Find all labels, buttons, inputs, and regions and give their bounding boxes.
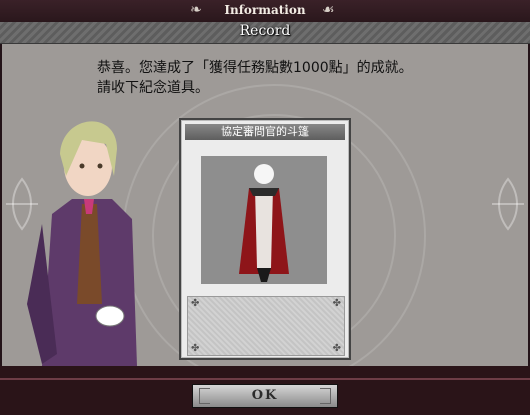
cloak-costume-icon [239, 164, 289, 282]
ok-button-right-bracket-icon [320, 388, 331, 404]
content-panel: 恭喜。您達成了「獲得任務點數1000點」的成就。 請收下紀念道具。 協定審問官的… [2, 44, 528, 366]
reward-item-description: ✤ ✤ ✤ ✤ [187, 296, 345, 356]
card-corner-ornament-icon: ✤ [191, 298, 200, 309]
npc-character-portrait [27, 121, 137, 366]
record-label: Record [239, 23, 291, 39]
reward-item-card: 協定審問官的斗篷 ✤ ✤ ✤ ✤ [179, 118, 351, 360]
achievement-message: 恭喜。您達成了「獲得任務點數1000點」的成就。 請收下紀念道具。 [97, 58, 413, 98]
message-line-1: 恭喜。您達成了「獲得任務點數1000點」的成就。 [97, 60, 413, 76]
card-corner-ornament-icon: ✤ [332, 343, 341, 354]
card-corner-ornament-icon: ✤ [332, 298, 341, 309]
message-line-2: 請收下紀念道具。 [97, 80, 209, 96]
achievement-window: ❧ Information ☙ Record 恭喜。您達成了「獲得任務點數100… [0, 0, 530, 415]
ok-button-left-bracket-icon [199, 388, 210, 404]
ok-button-label: OK [251, 388, 279, 403]
record-header: Record [0, 22, 530, 44]
window-title: Information [224, 3, 306, 17]
reward-item-image [201, 156, 327, 284]
footer-divider [0, 378, 530, 380]
right-title-ornament-icon: ☙ [322, 2, 335, 18]
title-bar: ❧ Information ☙ [0, 0, 530, 23]
reward-item-name: 協定審問官的斗篷 [185, 124, 345, 140]
right-flourish-icon [492, 177, 524, 231]
ok-button[interactable]: OK [192, 384, 338, 408]
card-corner-ornament-icon: ✤ [191, 343, 200, 354]
